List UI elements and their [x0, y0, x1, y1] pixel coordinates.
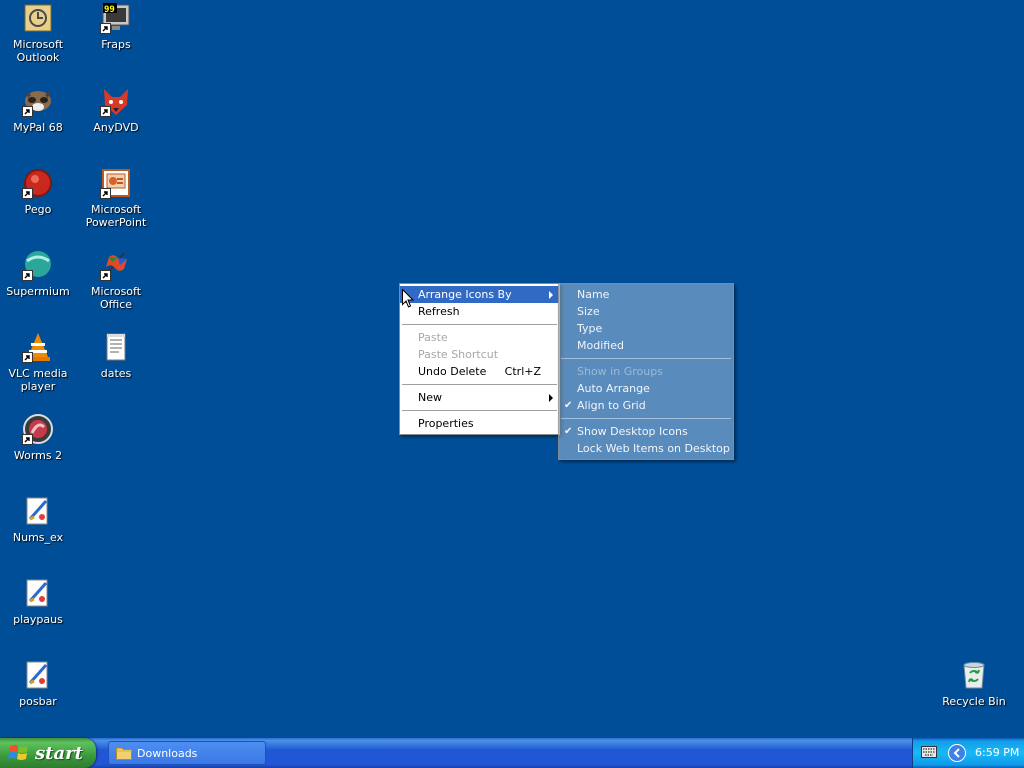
desktop-icon-recycle-bin[interactable]: Recycle Bin — [936, 659, 1012, 735]
windows-logo-icon — [8, 745, 28, 760]
desktop-icon-supermium[interactable]: Supermium — [0, 249, 76, 325]
submenu-item-size[interactable]: Size — [559, 303, 733, 320]
worms-icon — [22, 413, 54, 445]
desktop-icon-vlc[interactable]: VLC media player — [0, 331, 76, 407]
shortcut-arrow-icon — [100, 23, 111, 34]
submenu-item-show-desktop-icons[interactable]: ✔ Show Desktop Icons — [559, 423, 733, 440]
desktop-icon-fraps[interactable]: 99 Fraps — [78, 2, 154, 78]
system-tray: 6:59 PM — [912, 738, 1024, 768]
desktop-icon-powerpoint[interactable]: Microsoft PowerPoint — [78, 167, 154, 243]
start-button[interactable]: start — [0, 738, 96, 768]
shortcut-arrow-icon — [100, 106, 111, 117]
tray-expand-button[interactable] — [948, 744, 966, 762]
desktop[interactable]: Microsoft Outlook MyPal 68 Pego Supermiu… — [0, 0, 1024, 738]
submenu-item-name[interactable]: Name — [559, 286, 733, 303]
desktop-icon-worms[interactable]: Worms 2 — [0, 413, 76, 489]
checkmark-icon: ✔ — [564, 400, 573, 411]
desktop-icon-pego[interactable]: Pego — [0, 167, 76, 243]
vlc-icon — [22, 331, 54, 363]
mypal-icon — [22, 85, 54, 117]
desktop-icon-playpaus[interactable]: playpaus — [0, 577, 76, 653]
keyboard-icon[interactable] — [921, 746, 937, 758]
menu-item-refresh[interactable]: Refresh — [400, 303, 559, 320]
recycle-bin-icon — [958, 659, 990, 691]
shortcut-arrow-icon — [22, 188, 33, 199]
shortcut-arrow-icon — [100, 188, 111, 199]
shortcut-label: Ctrl+Z — [504, 365, 541, 378]
shortcut-arrow-icon — [100, 270, 111, 281]
submenu-arrow-icon — [549, 394, 553, 402]
submenu-item-lock-web-items[interactable]: Lock Web Items on Desktop — [559, 440, 733, 457]
menu-item-arrange-icons-by[interactable]: Arrange Icons By — [400, 286, 559, 303]
taskbar-button-downloads[interactable]: Downloads — [108, 741, 266, 765]
submenu-item-modified[interactable]: Modified — [559, 337, 733, 354]
fraps-icon: 99 — [100, 2, 132, 34]
checkmark-icon: ✔ — [564, 426, 573, 437]
supermium-icon — [22, 249, 54, 281]
text-file-icon — [100, 331, 132, 363]
menu-separator — [402, 410, 557, 411]
mouse-cursor-icon — [402, 289, 414, 308]
submenu-item-align-to-grid[interactable]: ✔ Align to Grid — [559, 397, 733, 414]
menu-separator — [402, 324, 557, 325]
powerpoint-icon — [100, 167, 132, 199]
pego-icon — [22, 167, 54, 199]
menu-item-paste: Paste — [418, 331, 448, 344]
desktop-icon-outlook[interactable]: Microsoft Outlook — [0, 2, 76, 78]
submenu-item-show-in-groups: Show in Groups — [577, 365, 663, 378]
menu-separator — [402, 384, 557, 385]
desktop-icon-office[interactable]: Microsoft Office — [78, 249, 154, 325]
office-icon — [100, 249, 132, 281]
anydvd-icon — [100, 85, 132, 117]
arrange-icons-submenu: Name Size Type Modified Show in Groups A… — [558, 283, 734, 460]
desktop-icon-anydvd[interactable]: AnyDVD — [78, 85, 154, 161]
shortcut-arrow-icon — [22, 434, 33, 445]
svg-text:99: 99 — [104, 5, 115, 15]
shortcut-arrow-icon — [22, 270, 33, 281]
paint-file-icon — [22, 495, 54, 527]
menu-item-properties[interactable]: Properties — [400, 415, 559, 432]
menu-item-paste-shortcut: Paste Shortcut — [418, 348, 499, 361]
submenu-item-auto-arrange[interactable]: Auto Arrange — [559, 380, 733, 397]
menu-separator — [561, 418, 731, 419]
desktop-icon-posbar[interactable]: posbar — [0, 659, 76, 735]
submenu-item-type[interactable]: Type — [559, 320, 733, 337]
paint-file-icon — [22, 577, 54, 609]
menu-item-new[interactable]: New — [400, 389, 559, 406]
desktop-icon-dates[interactable]: dates — [78, 331, 154, 407]
desktop-icon-mypal[interactable]: MyPal 68 — [0, 85, 76, 161]
menu-item-undo-delete[interactable]: Undo Delete Ctrl+Z — [400, 363, 559, 380]
menu-separator — [561, 358, 731, 359]
paint-file-icon — [22, 659, 54, 691]
taskbar: start Downloads 6:59 PM — [0, 738, 1024, 768]
shortcut-arrow-icon — [22, 106, 33, 117]
clock[interactable]: 6:59 PM — [975, 746, 1019, 759]
outlook-icon — [22, 2, 54, 34]
folder-icon — [116, 747, 132, 760]
taskbar-button-label: Downloads — [137, 746, 198, 760]
chevron-left-icon — [953, 748, 960, 758]
desktop-context-menu: Arrange Icons By Refresh Paste Paste Sho… — [399, 283, 560, 435]
submenu-arrow-icon — [549, 291, 553, 299]
desktop-icon-nums-ex[interactable]: Nums_ex — [0, 495, 76, 571]
shortcut-arrow-icon — [22, 352, 33, 363]
